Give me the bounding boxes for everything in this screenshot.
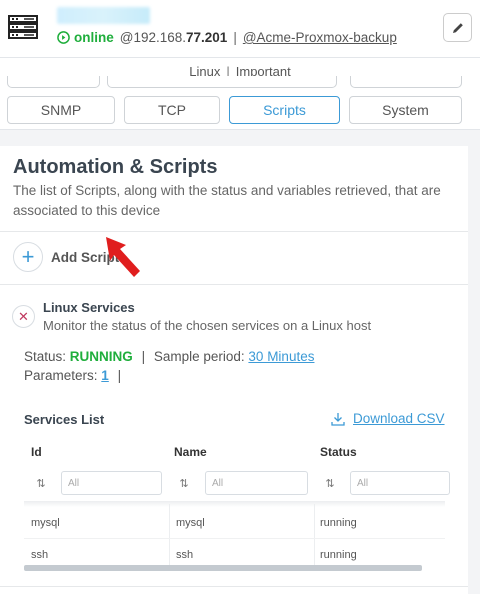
device-name-redacted — [57, 7, 150, 24]
power-icon — [57, 31, 70, 44]
server-icon — [8, 15, 38, 39]
page-title: Automation & Scripts — [13, 156, 218, 178]
script-title: Linux Services — [43, 300, 135, 315]
pencil-icon — [452, 22, 463, 33]
online-status: online — [74, 30, 114, 45]
separator: | — [141, 349, 146, 364]
separator: | — [233, 30, 237, 45]
filter-cell-name: ⇅ All — [174, 470, 308, 496]
download-csv-button[interactable]: Download CSV — [331, 411, 445, 426]
close-icon[interactable]: ✕ — [12, 305, 35, 328]
tab-bar: SNMP TCP Scripts System — [0, 76, 480, 130]
tab-scripts[interactable]: Scripts — [229, 96, 340, 124]
cell-name: ssh — [176, 549, 194, 561]
tab-row-above[interactable] — [7, 76, 100, 88]
cell-name: mysql — [176, 517, 205, 529]
tab-row-above[interactable] — [350, 76, 462, 88]
cell-status: running — [320, 549, 357, 561]
scripts-card: Automation & Scripts The list of Scripts… — [0, 146, 468, 594]
column-header-id[interactable]: Id — [31, 445, 42, 459]
script-params-row: Parameters: 1 | — [24, 368, 121, 383]
cell-id: mysql — [31, 517, 60, 529]
device-status-line: online @192.168.77.201 | @Acme-Proxmox-b… — [57, 30, 397, 45]
add-script-row[interactable]: + Add Script — [0, 232, 468, 285]
filter-input-status[interactable]: All — [350, 471, 450, 495]
filter-input-name[interactable]: All — [205, 471, 308, 495]
tab-snmp[interactable]: SNMP — [7, 96, 115, 124]
page-description: The list of Scripts, along with the stat… — [13, 183, 441, 218]
tab-tcp[interactable]: TCP — [124, 96, 220, 124]
tab-system[interactable]: System — [349, 96, 462, 124]
sort-icon[interactable]: ⇅ — [31, 477, 51, 490]
filter-cell-id: ⇅ All — [31, 470, 162, 496]
hostname-link[interactable]: @Acme-Proxmox-backup — [243, 30, 397, 45]
edit-button[interactable] — [443, 13, 472, 42]
sort-icon[interactable]: ⇅ — [320, 477, 340, 490]
table-row[interactable]: mysql mysql running — [24, 507, 445, 538]
sort-icon[interactable]: ⇅ — [174, 477, 194, 490]
script-status-row: Status: RUNNING | Sample period: 30 Minu… — [24, 349, 314, 364]
annotation-arrow-icon — [106, 237, 140, 277]
column-header-name[interactable]: Name — [174, 445, 207, 459]
card-header: Automation & Scripts The list of Scripts… — [0, 146, 468, 232]
separator: | — [117, 368, 122, 383]
services-list-title: Services List — [24, 412, 105, 427]
parameters-label: Parameters: — [24, 368, 98, 383]
status-label: Status: — [24, 349, 67, 364]
script-description: Monitor the status of the chosen service… — [43, 318, 372, 333]
filter-input-id[interactable]: All — [61, 471, 162, 495]
cell-id: ssh — [31, 549, 49, 561]
divider — [0, 586, 468, 587]
status-badge: RUNNING — [69, 349, 133, 364]
sample-period-label: Sample period: — [153, 349, 245, 364]
script-item: ✕ Linux Services Monitor the status of t… — [0, 285, 468, 594]
sample-period-link[interactable]: 30 Minutes — [248, 349, 314, 364]
download-icon — [331, 412, 345, 426]
device-header: online @192.168.77.201 | @Acme-Proxmox-b… — [0, 0, 480, 58]
ip-address: @192.168.77.201 — [119, 30, 228, 45]
tab-row-above[interactable] — [107, 76, 337, 88]
filter-cell-status: ⇅ All — [320, 470, 450, 496]
horizontal-scrollbar[interactable] — [24, 565, 422, 571]
cell-status: running — [320, 517, 357, 529]
column-header-status[interactable]: Status — [320, 445, 357, 459]
download-csv-label[interactable]: Download CSV — [353, 411, 445, 426]
parameters-link[interactable]: 1 — [101, 368, 109, 383]
plus-icon[interactable]: + — [13, 242, 43, 272]
